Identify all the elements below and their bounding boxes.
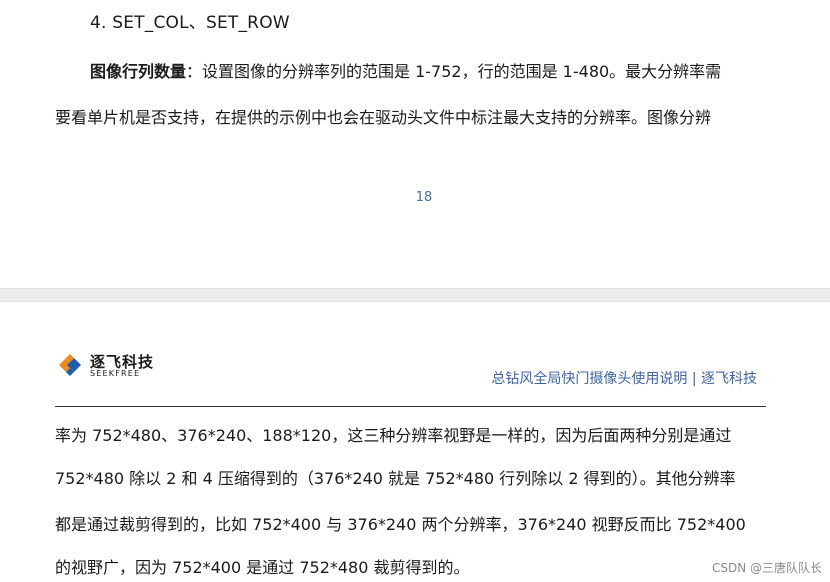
- body-line-1: 率为 752*480、376*240、188*120，这三种分辨率视野是一样的，…: [55, 426, 732, 445]
- running-header-title: 总钻风全局快门摄像头使用说明 | 逐飞科技: [491, 371, 757, 387]
- paragraph-line-1: 图像行列数量：设置图像的分辨率列的范围是 1-752，行的范围是 1-480。最…: [90, 58, 721, 82]
- body-line-3: 都是通过裁剪得到的，比如 752*400 与 376*240 两个分辨率，376…: [55, 515, 746, 534]
- header-rule: [55, 406, 766, 407]
- paragraph-line-2: 要看单片机是否支持，在提供的示例中也会在驱动头文件中标注最大支持的分辨率。图像分…: [55, 108, 712, 127]
- section-heading: 4. SET_COL、SET_ROW: [90, 13, 290, 33]
- csdn-watermark: CSDN @三唐队队长: [711, 561, 822, 575]
- seekfree-logo-icon: [59, 354, 81, 376]
- document-page-bottom: 逐飞科技 SEEKFREE 总钻风全局快门摄像头使用说明 | 逐飞科技 率为 7…: [0, 302, 830, 582]
- document-page-top: 4. SET_COL、SET_ROW 图像行列数量：设置图像的分辨率列的范围是 …: [0, 0, 830, 288]
- seekfree-logo: 逐飞科技 SEEKFREE: [55, 350, 165, 382]
- body-line-4: 的视野广，因为 752*400 是通过 752*480 裁剪得到的。: [55, 558, 470, 577]
- paragraph-line-1-text: ：设置图像的分辨率列的范围是 1-752，行的范围是 1-480。最大分辨率需: [186, 62, 722, 81]
- page-number: 18: [415, 190, 433, 205]
- paragraph-bold-lead: 图像行列数量: [90, 62, 187, 81]
- page-separator: [0, 288, 830, 302]
- body-line-2: 752*480 除以 2 和 4 压缩得到的（376*240 就是 752*48…: [55, 469, 736, 488]
- logo-name-en: SEEKFREE: [90, 369, 141, 378]
